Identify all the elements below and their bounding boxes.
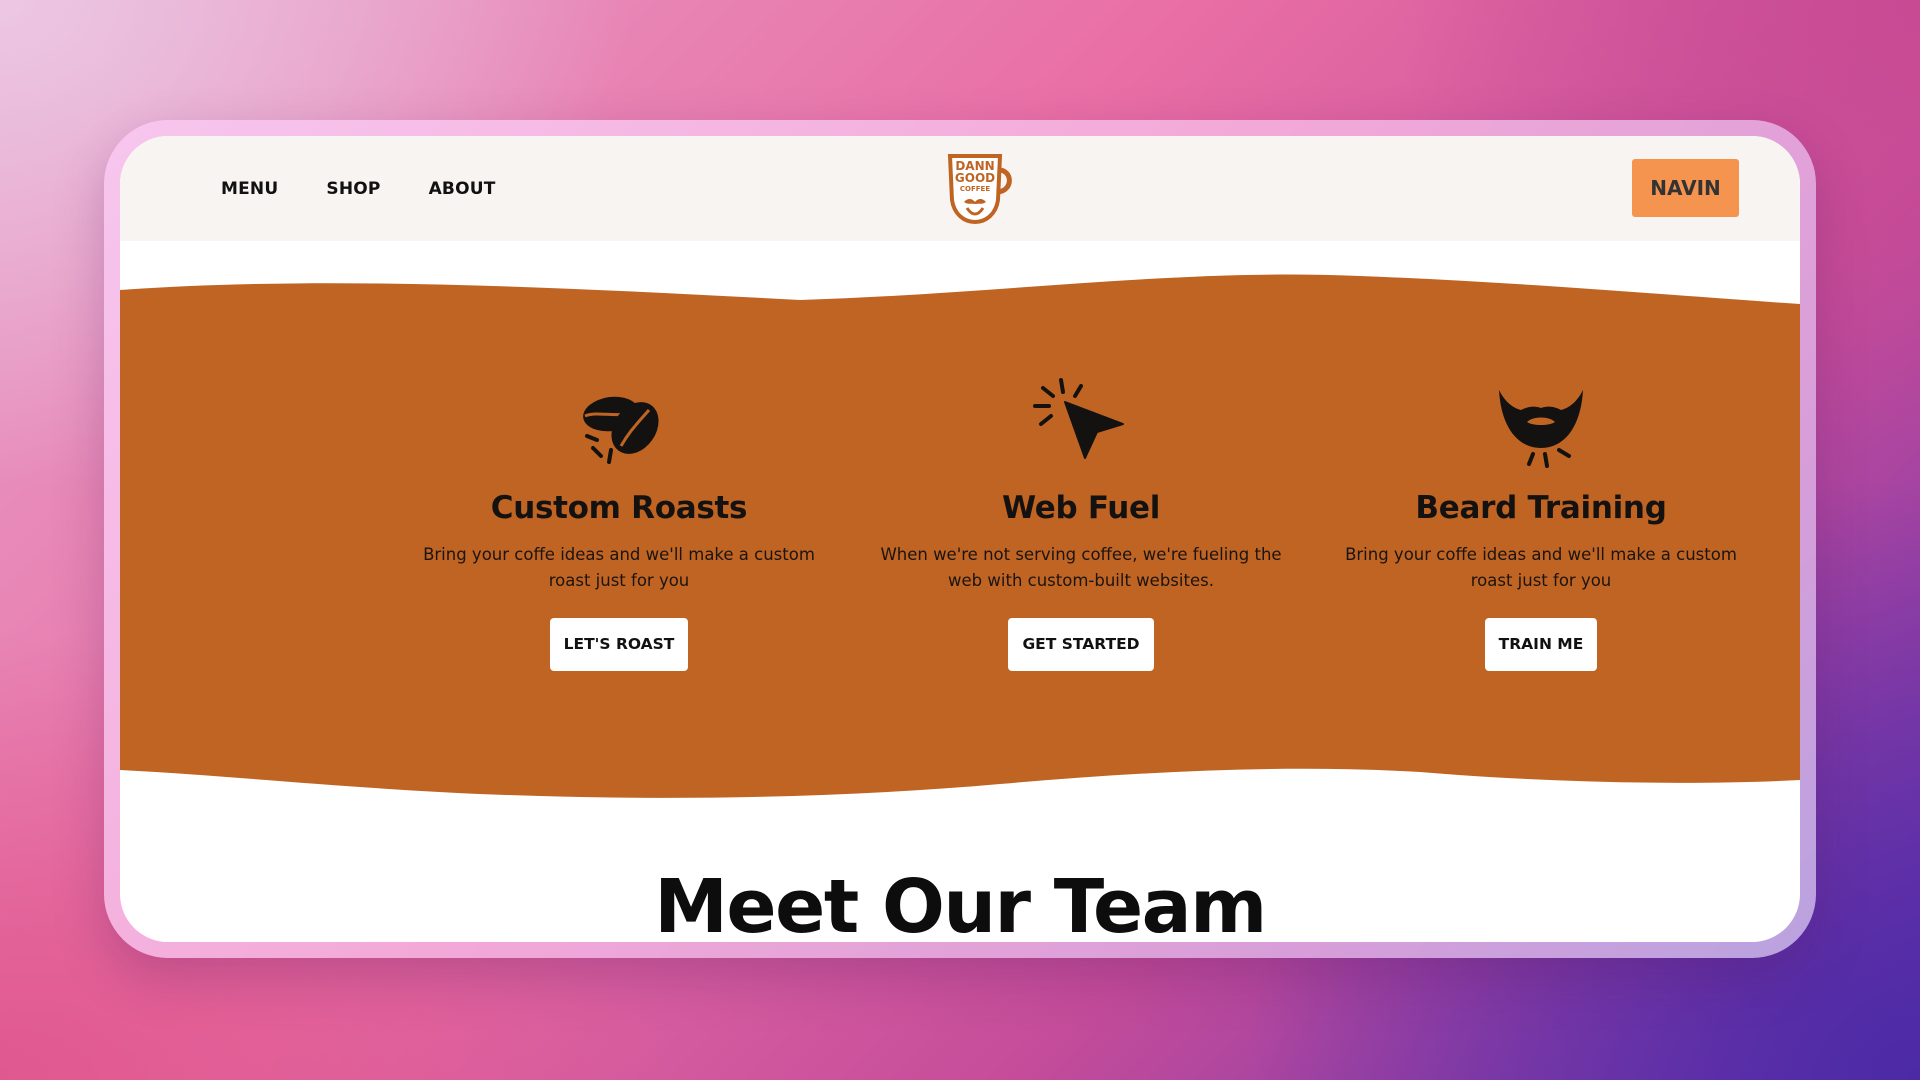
feature-card-beard-training: Beard Training Bring your coffe ideas an… <box>1321 376 1761 671</box>
dann-good-coffee-logo[interactable]: DANN GOOD COFFEE <box>942 150 1016 224</box>
train-me-button[interactable]: TRAIN ME <box>1484 618 1598 671</box>
team-section-heading: Meet Our Team <box>654 864 1267 942</box>
beard-icon <box>1499 390 1583 468</box>
nav-link-menu[interactable]: MENU <box>221 179 278 199</box>
feature-description: Bring your coffe ideas and we'll make a … <box>423 545 815 590</box>
nav-links: MENU SHOP ABOUT <box>221 136 496 241</box>
user-account-button[interactable]: NAVIN <box>1632 159 1739 217</box>
feature-title: Beard Training <box>1415 490 1667 526</box>
browser-viewport: MENU SHOP ABOUT DANN GOOD COFFEE NAVIN C… <box>120 136 1800 942</box>
feature-description: When we're not serving coffee, we're fue… <box>880 545 1282 590</box>
logo-text-line-2: GOOD <box>955 171 995 185</box>
features-section: Custom Roasts Bring your coffe ideas and… <box>120 376 1800 796</box>
feature-title: Custom Roasts <box>490 490 748 526</box>
nav-link-about[interactable]: ABOUT <box>429 179 496 199</box>
lets-roast-button[interactable]: LET'S ROAST <box>549 618 689 671</box>
coffee-beans-icon <box>583 396 659 464</box>
logo-text-line-3: COFFEE <box>960 185 990 193</box>
feature-title: Web Fuel <box>1001 490 1161 526</box>
get-started-button[interactable]: GET STARTED <box>1008 618 1154 671</box>
cursor-click-icon <box>1033 378 1124 459</box>
top-navbar: MENU SHOP ABOUT DANN GOOD COFFEE NAVIN <box>120 136 1800 241</box>
feature-card-custom-roasts: Custom Roasts Bring your coffe ideas and… <box>399 376 839 671</box>
device-frame: MENU SHOP ABOUT DANN GOOD COFFEE NAVIN C… <box>104 120 1816 958</box>
feature-description: Bring your coffe ideas and we'll make a … <box>1345 545 1737 590</box>
nav-link-shop[interactable]: SHOP <box>326 179 380 199</box>
feature-card-web-fuel: Web Fuel When we're not serving coffee, … <box>861 376 1301 671</box>
